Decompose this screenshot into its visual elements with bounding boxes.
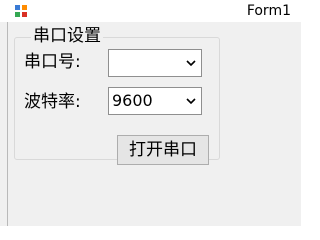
title-bar[interactable]: Form1 [0, 0, 301, 22]
window-title: Form1 [246, 3, 291, 19]
app-icon [15, 5, 27, 17]
baud-rate-select[interactable]: 9600 [108, 87, 202, 115]
serial-settings-groupbox: 串口设置 串口号: 波特率: 9600 打开串口 [14, 26, 220, 165]
app-window: Form1 串口设置 串口号: 波特率: 9600 打开串口 [0, 0, 301, 226]
chevron-down-icon [186, 98, 196, 105]
groupbox-title: 串口设置 [31, 26, 103, 46]
open-port-button[interactable]: 打开串口 [117, 135, 209, 165]
port-select[interactable] [108, 49, 202, 77]
window-left-border [0, 22, 8, 226]
baud-rate-select-value: 9600 [112, 91, 153, 110]
port-label: 串口号: [24, 52, 81, 72]
form-client-area: 串口设置 串口号: 波特率: 9600 打开串口 [8, 22, 301, 226]
baud-rate-label: 波特率: [24, 92, 81, 112]
chevron-down-icon [186, 60, 196, 67]
